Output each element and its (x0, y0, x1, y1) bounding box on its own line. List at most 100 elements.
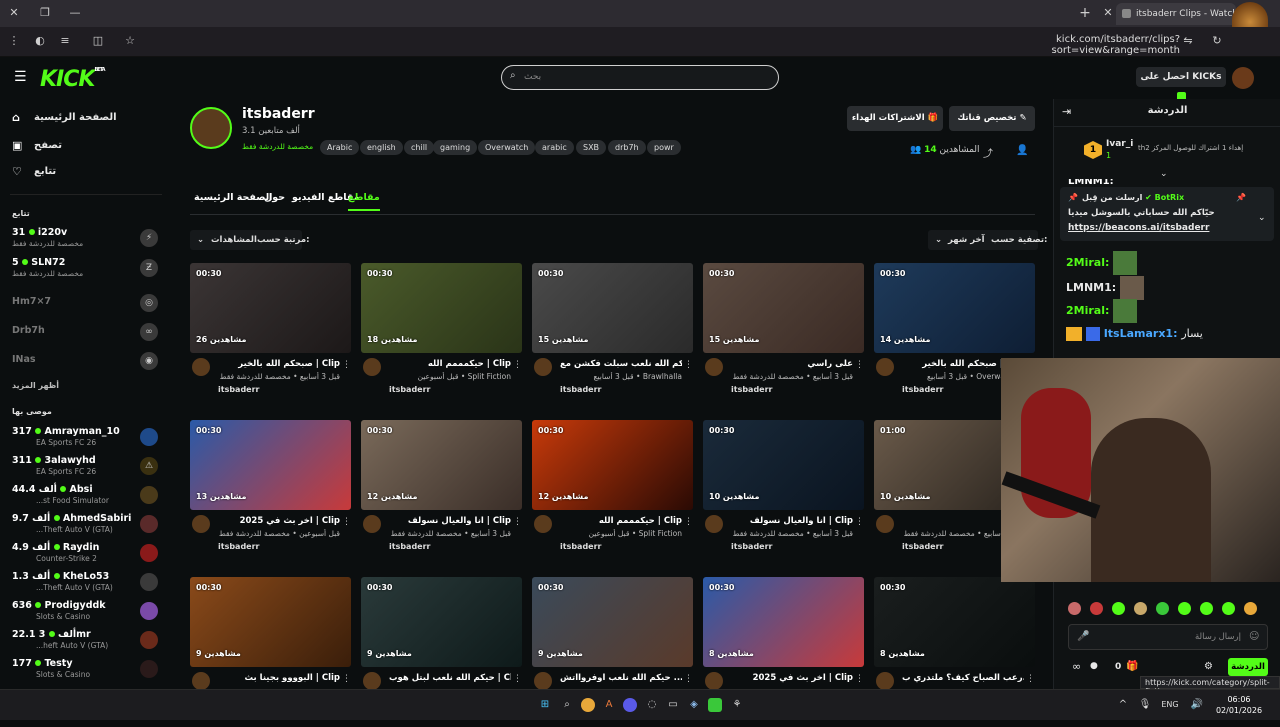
clip-title[interactable]: حيكم الله نلعب لبتل هوب | Clip (389, 673, 511, 683)
expand-chevron-icon[interactable]: ⌄ (1160, 169, 1168, 179)
emote-icon[interactable] (1222, 602, 1235, 615)
clip-card[interactable]: 00:30 10 مشاهدين انا والعيال نسولف | Clip ق… (703, 420, 864, 570)
tag-chill[interactable]: chill (404, 140, 435, 155)
menu-dots-icon[interactable]: ⋮ (4, 32, 24, 50)
emote-icon[interactable] (1134, 602, 1147, 615)
clip-title[interactable]: على راسي (731, 359, 853, 369)
clip-title[interactable]: اخر بث في 2025 | Clip (731, 673, 853, 683)
tag-arabic[interactable]: Arabic (320, 140, 360, 155)
top-gifter[interactable]: 1 Ivar_i 1 (1084, 139, 1134, 167)
clip-channel-avatar[interactable] (876, 515, 894, 533)
clip-thumbnail[interactable]: 00:30 8 مشاهدين (703, 577, 864, 667)
clip-channel-avatar[interactable] (534, 358, 552, 376)
puzzle-icon[interactable]: ◫ (88, 32, 108, 50)
user-avatar[interactable] (1232, 67, 1254, 89)
pinned-expand-icon[interactable]: ⌄ (1258, 213, 1266, 223)
clip-thumbnail[interactable]: 00:30 9 مشاهدين (532, 577, 693, 667)
emote-icon[interactable] (1156, 602, 1169, 615)
clip-thumbnail[interactable]: 00:30 26 مشاهدين (190, 263, 351, 353)
clip-card[interactable]: 00:30 15 مشاهدين حيكم الله نلعب سبلت فكشن … (532, 263, 693, 413)
tag-overwatch[interactable]: Overwatch (478, 140, 536, 155)
tab-about[interactable]: حول (264, 192, 285, 203)
emote-icon[interactable] (1244, 602, 1257, 615)
clip-title[interactable]: انا والعيال نسولف | Clip (389, 516, 511, 526)
app-icon[interactable]: ▭ (666, 698, 680, 712)
tag-powr[interactable]: powr (647, 140, 681, 155)
tag-drb7h[interactable]: drb7h (608, 140, 646, 155)
picture-in-picture-video[interactable] (1001, 358, 1280, 582)
clip-thumbnail[interactable]: 00:30 13 مشاهدين (190, 420, 351, 510)
emote-icon[interactable] (1112, 602, 1125, 615)
sidebar-item-browse[interactable]: ▣ تصفح (12, 137, 162, 155)
clock[interactable]: 06:06 02/01/2026 (1214, 694, 1264, 716)
settings-icon[interactable]: ⚙ (1204, 661, 1213, 672)
clip-title[interactable]: اخر بث في 2025 | Clip (218, 516, 340, 526)
clip-menu-icon[interactable]: ⋮ (342, 674, 351, 684)
sidebar-recommended-khelo53[interactable]: 1.3 ألف KheLo53 ...Theft Auto V (GTA) (12, 571, 162, 595)
channel-name[interactable]: itsbaderr (242, 106, 315, 122)
follow-icon[interactable]: 👤 (1016, 145, 1028, 156)
sidebar-recommended-amrayman[interactable]: 317 Amrayman_10 EA Sports FC 26 (12, 426, 162, 450)
restore-window-icon[interactable]: ❐ (35, 4, 55, 22)
sidebar-recommended-prodigyddk[interactable]: 636 Prodigyddk Slots & Casino (12, 600, 162, 624)
clip-menu-icon[interactable]: ⋮ (684, 360, 693, 370)
extension-icon[interactable]: ◐ (30, 32, 50, 50)
clip-menu-icon[interactable]: ⋮ (855, 360, 864, 370)
clip-channel[interactable]: itsbaderr (731, 385, 773, 394)
browser-tab[interactable]: itsbaderr Clips - Watch Live (1116, 3, 1236, 25)
clip-title[interactable]: حيكم الله نلعب سبلت فكشن مع... (560, 359, 682, 369)
clip-channel-avatar[interactable] (192, 358, 210, 376)
clip-channel[interactable]: itsbaderr (389, 385, 431, 394)
clip-menu-icon[interactable]: ⋮ (855, 517, 864, 527)
emote-icon[interactable] (1178, 602, 1191, 615)
new-tab-icon[interactable]: + (1075, 4, 1095, 22)
search-input[interactable]: ⌕ بحث (501, 65, 779, 90)
clip-menu-icon[interactable]: ⋮ (684, 517, 693, 527)
clip-title[interactable]: انا والعيال نسولف | Clip (731, 516, 853, 526)
tag-gaming[interactable]: gaming (433, 140, 478, 155)
clip-thumbnail[interactable]: 00:30 10 مشاهدين (703, 420, 864, 510)
clip-title[interactable]: البوووو بجينا بث | Clip (218, 673, 341, 683)
clip-menu-icon[interactable]: ⋮ (513, 360, 522, 370)
get-kicks-button[interactable]: احصل على KICKs (1136, 67, 1226, 101)
clip-channel-avatar[interactable] (363, 515, 381, 533)
clip-channel[interactable]: itsbaderr (902, 542, 944, 551)
send-chat-button[interactable]: الدردشة (1228, 658, 1268, 676)
site-settings-icon[interactable]: ⇋ (1178, 32, 1198, 50)
tab-close-icon[interactable]: ✕ (1098, 4, 1118, 22)
app-icon[interactable]: ⚘ (730, 698, 744, 712)
emote-icon[interactable] (1068, 602, 1081, 615)
emoji-icon[interactable]: ☺ (1249, 631, 1259, 642)
infinity-icon[interactable]: ∞ (1072, 660, 1081, 673)
mic-icon[interactable]: 🎤 (1077, 631, 1089, 642)
clip-card[interactable]: 00:30 18 مشاهدين حيكمممم الله | Clip قبل أس… (361, 263, 522, 413)
clip-channel-avatar[interactable] (534, 515, 552, 533)
clip-channel[interactable]: itsbaderr (560, 385, 602, 394)
clip-title[interactable]: رعب الصباح كيف؟ ملتدري ب... (902, 673, 1024, 683)
pinned-link[interactable]: https://beacons.ai/itsbaderr (1068, 223, 1209, 233)
clip-thumbnail[interactable]: 00:30 12 مشاهدين (361, 420, 522, 510)
clip-menu-icon[interactable]: ⋮ (684, 674, 693, 684)
sidebar-item-following[interactable]: ♡ تتابع (12, 163, 162, 181)
clip-title[interactable]: حيكمممم الله | Clip (560, 516, 682, 526)
sidebar-recommended-3alawyhd[interactable]: 311 3alawyhd EA Sports FC 26 ⚠ (12, 455, 162, 479)
clip-channel-avatar[interactable] (876, 358, 894, 376)
kick-logo[interactable]: KICKBETA (40, 67, 106, 92)
sidebar-channel-i220v[interactable]: 31 i220v مخصصة للدردشة فقط ⚡ (12, 227, 162, 251)
tag-sxb[interactable]: SXB (576, 140, 607, 155)
start-icon[interactable]: ⊞ (538, 698, 552, 712)
clip-card[interactable]: 00:30 13 مشاهدين اخر بث في 2025 | Clip قبل … (190, 420, 351, 570)
clip-menu-icon[interactable]: ⋮ (342, 360, 351, 370)
show-more-link[interactable]: أظهر المزيد (12, 381, 59, 390)
clip-card[interactable]: 00:30 15 مشاهدين على راسي قبل 3 أسابيع • مخ… (703, 263, 864, 413)
tag-arabic-lower[interactable]: arabic (535, 140, 574, 155)
steam-icon[interactable]: ◈ (687, 698, 701, 712)
clip-channel-avatar[interactable] (192, 672, 210, 690)
clip-card[interactable]: 00:30 26 مشاهدين صبحكم الله بالخير | Clip ق… (190, 263, 351, 413)
search-icon[interactable]: ⌕ (560, 698, 574, 712)
app-icon[interactable]: ◌ (645, 698, 659, 712)
tune-icon[interactable]: ≡ (55, 32, 75, 50)
app-icon[interactable] (708, 698, 722, 712)
url-field[interactable]: kick.com/itsbaderr/clips?sort=view&range… (940, 34, 1180, 56)
clip-channel-avatar[interactable] (363, 358, 381, 376)
